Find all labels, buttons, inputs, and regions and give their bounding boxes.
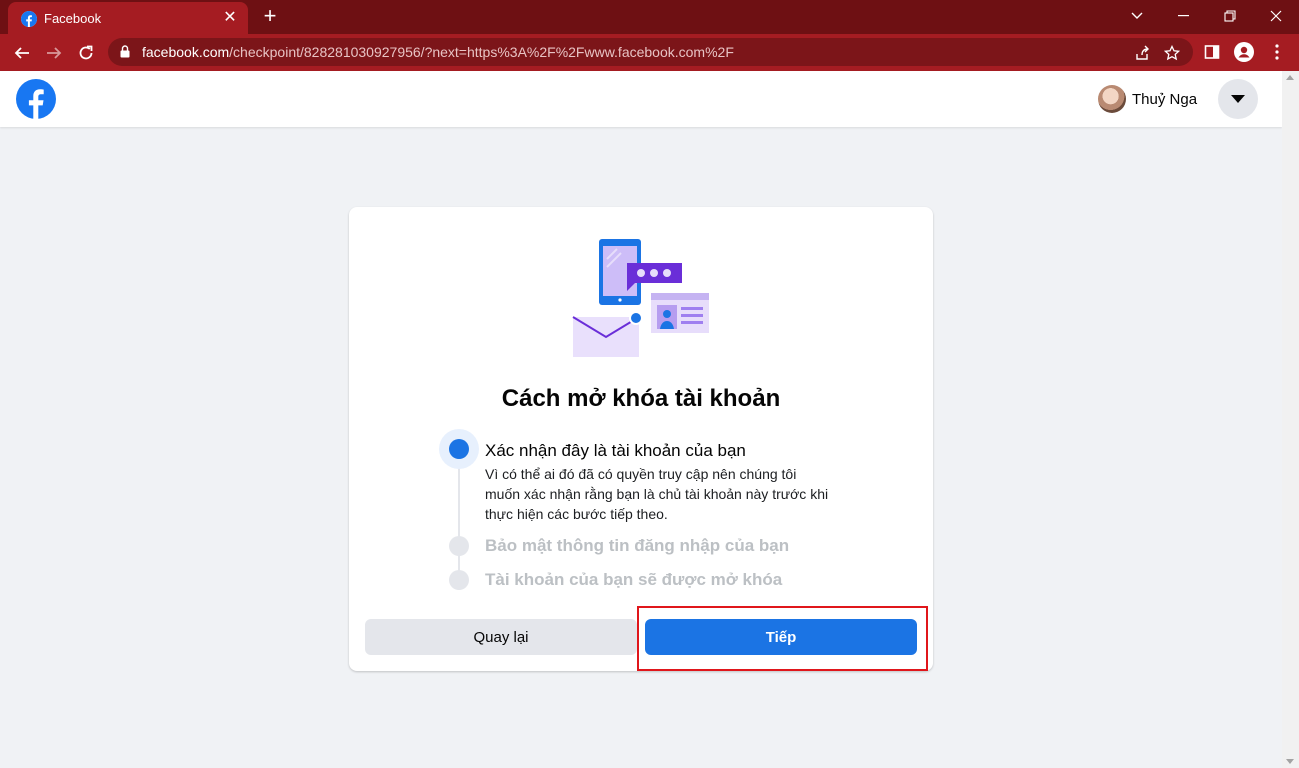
profile-chip[interactable]: Thuỷ Nga xyxy=(1096,83,1197,115)
lock-icon[interactable] xyxy=(120,45,130,63)
forward-arrow-icon[interactable] xyxy=(40,39,68,67)
tab-close-icon[interactable]: ✕ xyxy=(220,8,240,28)
next-button-highlight-box xyxy=(637,606,928,671)
scroll-down-arrow-icon[interactable] xyxy=(1286,759,1294,764)
page-title: Cách mở khóa tài khoản xyxy=(501,385,781,412)
step-2-dot xyxy=(449,536,469,556)
share-icon[interactable] xyxy=(1132,43,1152,63)
profile-icon[interactable] xyxy=(1232,40,1256,64)
address-bar[interactable]: facebook.com/checkpoint/828281030927956/… xyxy=(108,38,1193,66)
restore-icon[interactable] xyxy=(1207,0,1253,32)
close-window-icon[interactable] xyxy=(1253,0,1299,32)
step-3-title: Tài khoản của bạn sẽ được mở khóa xyxy=(485,570,783,589)
step-3-dot xyxy=(449,570,469,590)
account-verification-illustration xyxy=(571,237,713,361)
caret-down-icon xyxy=(1231,95,1245,103)
url-host: facebook.com xyxy=(142,44,230,60)
side-panel-icon[interactable] xyxy=(1200,40,1224,64)
minimize-icon[interactable] xyxy=(1160,0,1206,32)
url-path: /checkpoint/828281030927956/?next=https%… xyxy=(229,44,734,60)
account-menu-button[interactable] xyxy=(1218,79,1258,119)
facebook-header: Thuỷ Nga xyxy=(0,71,1282,127)
avatar xyxy=(1098,85,1126,113)
kebab-menu-icon[interactable] xyxy=(1265,40,1289,64)
step-1-description: Vì có thể ai đó đã có quyền truy cập nên… xyxy=(485,466,829,522)
back-button[interactable]: Quay lại xyxy=(365,619,637,655)
tab-title: Facebook xyxy=(44,11,102,26)
browser-tab[interactable]: Facebook ✕ xyxy=(8,2,248,34)
back-arrow-icon[interactable] xyxy=(8,39,36,67)
reload-icon[interactable] xyxy=(72,39,100,67)
tab-search-icon[interactable] xyxy=(1114,0,1160,32)
unlock-account-card: Cách mở khóa tài khoản Xác nhận đây là t… xyxy=(349,207,933,671)
step-2-title: Bảo mật thông tin đăng nhập của bạn xyxy=(485,536,790,555)
browser-tab-strip: Facebook ✕ + xyxy=(0,0,1299,34)
page-scrollbar[interactable] xyxy=(1282,71,1299,768)
scroll-up-arrow-icon[interactable] xyxy=(1286,75,1294,80)
profile-name: Thuỷ Nga xyxy=(1132,90,1198,108)
facebook-favicon-icon xyxy=(21,11,37,27)
step-1-title: Xác nhận đây là tài khoản của bạn xyxy=(485,441,746,460)
facebook-logo-icon[interactable] xyxy=(16,79,56,119)
url-text[interactable]: facebook.com/checkpoint/828281030927956/… xyxy=(142,44,734,60)
bookmark-star-icon[interactable] xyxy=(1162,43,1182,63)
browser-toolbar: facebook.com/checkpoint/828281030927956/… xyxy=(0,34,1299,71)
step-1-dot xyxy=(449,439,469,459)
step-1-indicator xyxy=(439,429,479,469)
new-tab-button[interactable]: + xyxy=(258,5,282,29)
